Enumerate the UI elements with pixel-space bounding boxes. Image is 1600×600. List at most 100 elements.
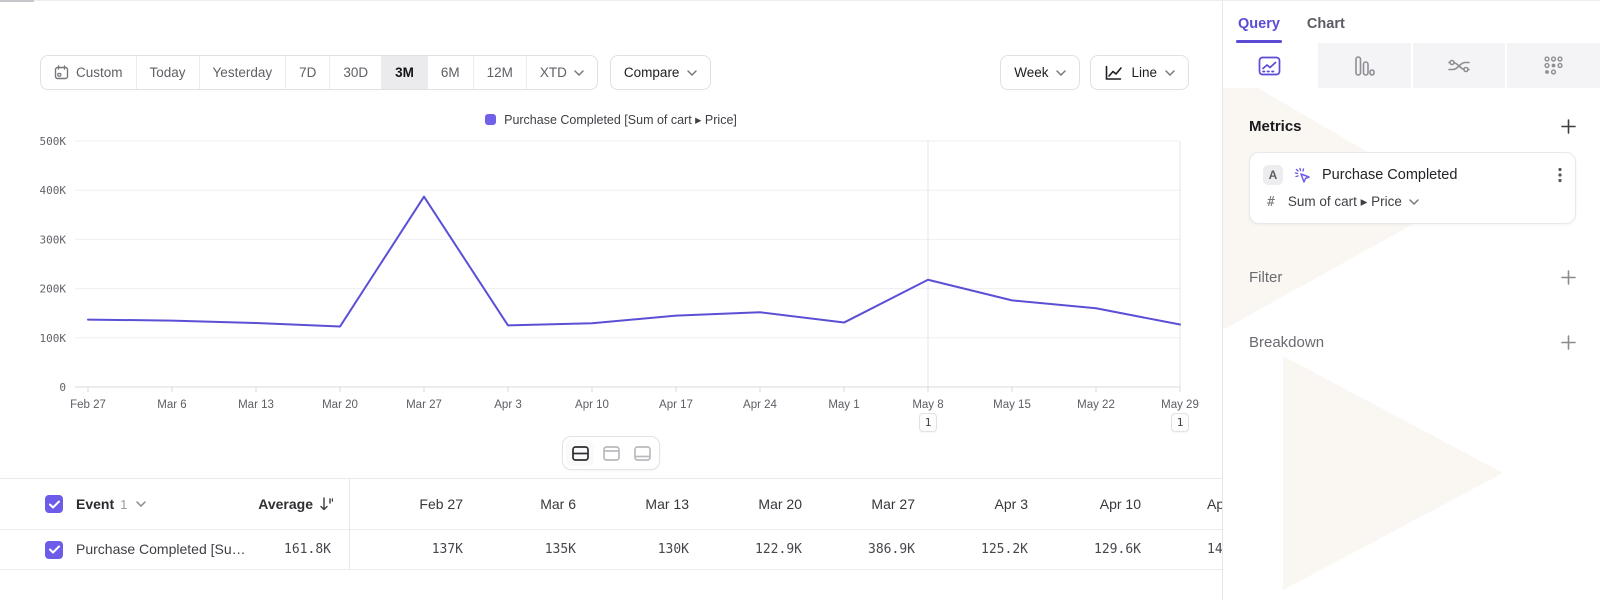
annotation-badge[interactable]: 1 — [1171, 413, 1189, 432]
table-col-header[interactable]: Mar 6 — [463, 496, 576, 512]
range-today[interactable]: Today — [136, 56, 199, 89]
plus-icon — [1561, 335, 1576, 350]
table-col-header[interactable]: Mar 27 — [802, 496, 915, 512]
range-7d[interactable]: 7D — [285, 56, 329, 89]
metric-options-kebab[interactable] — [1558, 167, 1562, 183]
range-3m[interactable]: 3M — [381, 56, 427, 89]
query-sidebar: Query Chart Metrics — [1223, 0, 1600, 600]
chart-only-view-button[interactable] — [597, 440, 625, 466]
filter-section-header: Filter — [1249, 269, 1576, 286]
x-axis-label: Mar 27 — [406, 399, 442, 411]
tab-chart[interactable]: Chart — [1307, 16, 1345, 43]
table-row-left: Purchase Completed [Sum of cart ▸ Price]… — [0, 530, 350, 569]
event-count: 1 — [120, 497, 127, 512]
x-axis-label: May 15 — [993, 399, 1031, 411]
chart-type-label: Line — [1131, 65, 1157, 80]
metric-aggregation-row[interactable]: # Sum of cart ▸ Price — [1263, 194, 1562, 210]
table-col-header[interactable]: Apr 17 — [1141, 496, 1223, 512]
table-cell: 122.9K — [689, 542, 802, 557]
date-range-segmented-control: CustomTodayYesterday7D30D3M6M12MXTD — [40, 55, 598, 90]
tab-funnels[interactable] — [1316, 43, 1411, 88]
row-checkbox[interactable] — [45, 541, 63, 559]
split-view-button[interactable] — [566, 440, 594, 466]
chevron-down-icon — [1409, 199, 1419, 205]
y-axis-label: 300K — [40, 233, 67, 246]
filter-title: Filter — [1249, 269, 1282, 286]
chevron-down-icon — [574, 70, 584, 76]
y-axis-label: 100K — [40, 332, 67, 345]
insights-icon — [1258, 56, 1281, 76]
plus-icon — [1561, 270, 1576, 285]
toolbar-right-group: Week Line — [1000, 55, 1189, 90]
event-click-icon — [1293, 166, 1312, 185]
chart-type-dropdown[interactable]: Line — [1090, 55, 1189, 90]
chevron-down-icon[interactable] — [136, 501, 146, 507]
breakdown-title: Breakdown — [1249, 334, 1324, 351]
tab-flows[interactable] — [1411, 43, 1506, 88]
chart-only-view-icon — [603, 446, 620, 461]
y-axis-label: 200K — [40, 283, 67, 296]
x-axis-label: Apr 17 — [659, 399, 693, 411]
range-xtd[interactable]: XTD — [526, 56, 597, 89]
compare-button-label: Compare — [624, 65, 680, 80]
metrics-section-header: Metrics — [1249, 118, 1576, 135]
series-line[interactable] — [88, 197, 1180, 327]
table-cell: 14 — [1141, 542, 1223, 557]
table-row: Purchase Completed [Sum of cart ▸ Price]… — [0, 529, 1222, 570]
x-axis-label: May 1 — [828, 399, 859, 411]
table-only-view-button[interactable] — [628, 440, 656, 466]
granularity-dropdown[interactable]: Week — [1000, 55, 1080, 90]
table-col-header[interactable]: Mar 13 — [576, 496, 689, 512]
select-all-checkbox[interactable] — [45, 495, 63, 513]
table-col-header[interactable]: Mar 20 — [689, 496, 802, 512]
layout-toggle-row — [0, 436, 1222, 470]
aggregation-selector: Sum of cart ▸ Price — [1288, 194, 1419, 210]
range-30d[interactable]: 30D — [329, 56, 381, 89]
report-toolbar: CustomTodayYesterday7D30D3M6M12MXTD Comp… — [0, 55, 1222, 90]
table-cell: 137K — [350, 542, 463, 557]
range-6m[interactable]: 6M — [427, 56, 473, 89]
funnels-icon — [1353, 55, 1375, 77]
table-col-header[interactable]: Apr 3 — [915, 496, 1028, 512]
x-axis-label: May 22 — [1077, 399, 1115, 411]
x-axis-label: Mar 13 — [238, 399, 274, 411]
range-yesterday[interactable]: Yesterday — [199, 56, 286, 89]
sidebar-tabs: Query Chart — [1223, 0, 1600, 43]
add-metric-button[interactable] — [1560, 119, 1576, 135]
query-builder: Metrics A Purchase Completed # — [1223, 88, 1600, 351]
numeric-property-icon: # — [1267, 195, 1275, 210]
plus-icon — [1561, 119, 1576, 134]
flows-icon — [1447, 56, 1471, 76]
add-filter-button[interactable] — [1560, 270, 1576, 286]
breakdown-section-header: Breakdown — [1249, 334, 1576, 351]
metric-letter-badge: A — [1263, 165, 1283, 185]
split-view-icon — [572, 446, 589, 461]
table-cell: 135K — [463, 542, 576, 557]
table-col-header[interactable]: Feb 27 — [350, 496, 463, 512]
tab-retention[interactable] — [1505, 43, 1600, 88]
range-custom[interactable]: Custom — [41, 56, 136, 89]
metric-event-name: Purchase Completed — [1322, 167, 1457, 183]
table-col-header[interactable]: Apr 10 — [1028, 496, 1141, 512]
add-breakdown-button[interactable] — [1560, 335, 1576, 351]
event-column-header: Event — [76, 496, 114, 512]
granularity-label: Week — [1014, 65, 1048, 80]
y-axis-label: 400K — [40, 184, 67, 197]
check-icon — [49, 545, 60, 554]
y-axis-label: 500K — [40, 135, 67, 148]
table-cell: 386.9K — [802, 542, 915, 557]
date-column-headers: Feb 27Mar 6Mar 13Mar 20Mar 27Apr 3Apr 10… — [350, 496, 1223, 512]
sort-descending-icon — [320, 497, 333, 511]
retention-dots-icon — [1543, 55, 1564, 76]
tab-query[interactable]: Query — [1238, 16, 1280, 43]
tab-insights[interactable] — [1223, 43, 1316, 88]
calendar-icon — [54, 65, 69, 80]
table-only-view-icon — [634, 446, 651, 461]
compare-button[interactable]: Compare — [610, 55, 712, 90]
metric-card[interactable]: A Purchase Completed # Sum of cart ▸ Pri… — [1249, 152, 1576, 224]
x-axis-label: Feb 27 — [70, 399, 106, 411]
chevron-down-icon — [687, 70, 697, 76]
average-column-header[interactable]: Average — [258, 496, 349, 512]
range-12m[interactable]: 12M — [473, 56, 526, 89]
annotation-badge[interactable]: 1 — [919, 413, 937, 432]
